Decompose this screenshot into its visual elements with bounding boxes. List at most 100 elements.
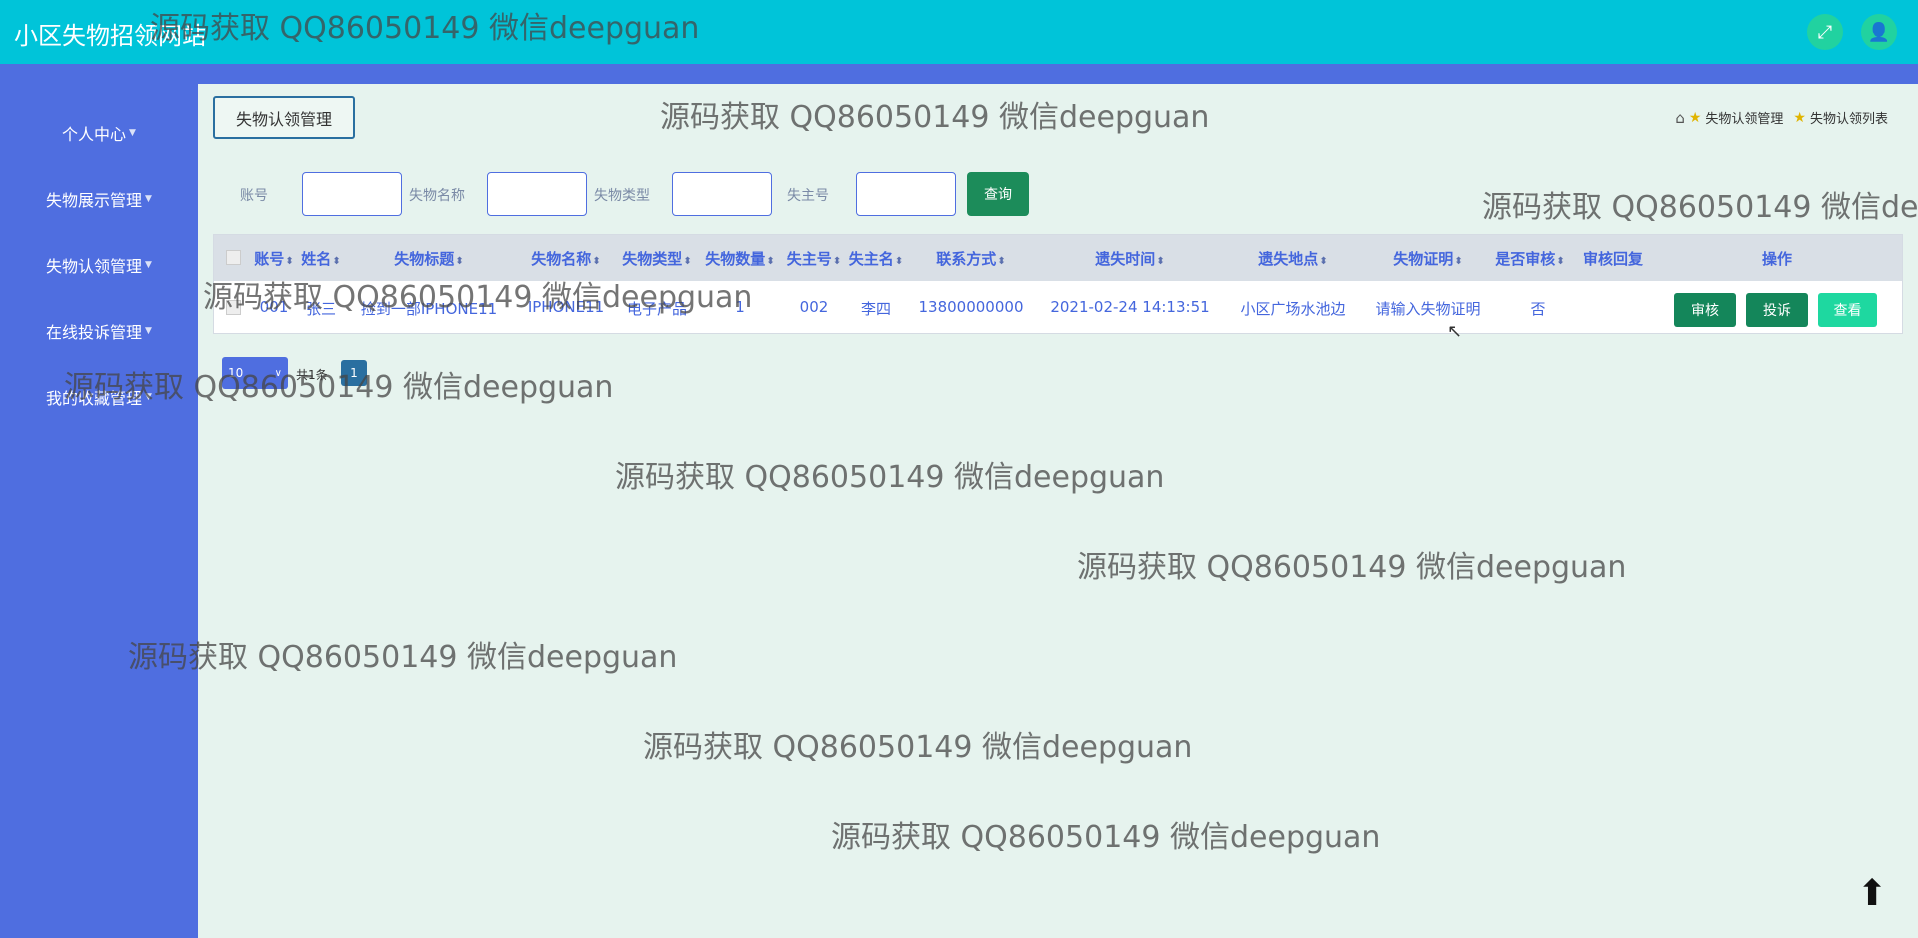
breadcrumb: ⌂ ★ 失物认领管理 ★ 失物认领列表 [1675, 108, 1888, 128]
mouse-cursor-icon: ↖ [1447, 321, 1463, 342]
column-header-label: 是否审核 [1495, 250, 1556, 268]
sidebar-item-label: 失物展示管理 [46, 191, 143, 210]
item-name-input[interactable] [487, 172, 587, 216]
column-header-label: 联系方式 [936, 250, 997, 268]
column-header-lost-place[interactable]: 遗失地点⬍ [1258, 248, 1327, 269]
sidebar-item-personal-center[interactable]: 个人中心 ▼ [0, 113, 198, 153]
item-type-input[interactable] [672, 172, 772, 216]
column-header-name[interactable]: 姓名⬍ [301, 248, 340, 269]
complain-button[interactable]: 投诉 [1746, 293, 1808, 327]
claims-table: 账号⬍ 姓名⬍ 失物标题⬍ 失物名称⬍ 失物类型⬍ 失物数量⬍ 失主号⬍ 失主名… [213, 234, 1903, 334]
owner-no-label: 失主号 [787, 188, 829, 204]
sort-icon: ⬍ [683, 256, 692, 267]
cell-title: 捡到一部IPHONE11 [360, 300, 498, 318]
column-header-label: 失物类型 [622, 250, 683, 268]
item-name-label: 失物名称 [409, 188, 465, 204]
chevron-down-icon: ▼ [145, 392, 152, 402]
column-header-label: 姓名 [301, 250, 332, 268]
watermark: 源码获取 QQ86050149 微信deepguan [643, 730, 1193, 765]
sidebar-item-item-display[interactable]: 失物展示管理 ▼ [0, 179, 198, 219]
column-header-label: 遗失地点 [1258, 250, 1319, 268]
watermark: 源码获取 QQ86050149 微信deepguan [660, 100, 1210, 135]
cell-quantity: 1 [735, 298, 745, 316]
cell-lost-place: 小区广场水池边 [1240, 300, 1346, 318]
column-header-label: 失物证明 [1393, 250, 1454, 268]
item-type-label: 失物类型 [594, 188, 650, 204]
column-header-proof[interactable]: 失物证明⬍ [1393, 248, 1462, 269]
watermark: 源码获取 QQ86050149 微信deepguan [615, 460, 1165, 495]
back-to-top-icon[interactable]: ⬆ [1857, 876, 1887, 912]
sort-icon: ⬍ [832, 256, 842, 267]
column-header-account[interactable]: 账号⬍ [254, 248, 293, 269]
section-title-button[interactable]: 失物认领管理 [213, 96, 355, 139]
column-header-quantity[interactable]: 失物数量⬍ [705, 248, 774, 269]
column-header-lost-time[interactable]: 遗失时间⬍ [1095, 248, 1164, 269]
column-header-owner-no[interactable]: 失主号⬍ [787, 248, 841, 269]
page-number-button[interactable]: 1 [341, 360, 367, 386]
fullscreen-icon[interactable]: ⤢ [1807, 14, 1843, 50]
breadcrumb-item: 失物认领列表 [1809, 112, 1888, 127]
view-button[interactable]: 查看 [1818, 293, 1877, 327]
sort-icon: ⬍ [1156, 256, 1165, 267]
page-size-value: 10 [228, 366, 244, 380]
cell-owner-name: 李四 [860, 300, 892, 318]
sort-icon: ⬍ [1454, 256, 1463, 267]
chevron-down-icon: ▼ [145, 326, 152, 336]
sort-icon: ⬍ [1319, 256, 1328, 267]
select-all-checkbox[interactable] [226, 250, 241, 265]
cell-item-name: IPHONE11 [527, 298, 605, 316]
column-header-review-reply: 审核回复 [1582, 250, 1644, 268]
sidebar: 个人中心 ▼ 失物展示管理 ▼ 失物认领管理 ▼ 在线投诉管理 ▼ 我的收藏管理 ▼ [0, 84, 198, 938]
user-icon[interactable]: 👤 [1861, 14, 1897, 50]
sidebar-item-claim-management[interactable]: 失物认领管理 ▼ [0, 245, 198, 285]
account-label: 账号 [240, 188, 268, 204]
cell-contact: 13800000000 [918, 298, 1024, 316]
sort-icon: ⬍ [332, 256, 341, 267]
home-icon[interactable]: ⌂ [1675, 109, 1685, 127]
breadcrumb-item[interactable]: 失物认领管理 [1705, 108, 1783, 127]
column-header-title[interactable]: 失物标题⬍ [394, 248, 463, 269]
sort-icon: ⬍ [766, 256, 775, 267]
sidebar-item-complaints[interactable]: 在线投诉管理 ▼ [0, 311, 198, 351]
top-bar: 小区失物招领网站 ⤢ 👤 [0, 0, 1918, 64]
column-header-item-type[interactable]: 失物类型⬍ [622, 248, 691, 269]
sidebar-item-favorites[interactable]: 我的收藏管理 ▼ [0, 377, 198, 417]
query-button[interactable]: 查询 [967, 172, 1029, 216]
sort-icon: ⬍ [285, 256, 294, 267]
watermark: 源码获取 QQ86050149 微信deepguan [1482, 190, 1918, 225]
column-header-label: 账号 [254, 250, 285, 268]
sort-icon: ⬍ [1556, 256, 1565, 267]
cell-account: 001 [259, 298, 289, 316]
sort-icon: ⬍ [455, 256, 464, 267]
header-strip [0, 64, 1918, 84]
account-input[interactable] [302, 172, 402, 216]
column-header-label: 遗失时间 [1095, 250, 1156, 268]
column-header-reviewed[interactable]: 是否审核⬍ [1495, 248, 1564, 269]
cell-proof: 请输入失物证明 [1375, 300, 1481, 318]
watermark: 源码获取 QQ86050149 微信deepguan [1077, 550, 1627, 585]
chevron-down-icon: ∨ [274, 367, 282, 379]
chevron-down-icon: ▼ [145, 194, 152, 204]
column-header-label: 失物名称 [531, 250, 592, 268]
column-header-item-name[interactable]: 失物名称⬍ [531, 248, 600, 269]
review-button[interactable]: 审核 [1674, 293, 1736, 327]
owner-no-input[interactable] [856, 172, 956, 216]
row-checkbox[interactable] [226, 300, 241, 315]
column-header-contact[interactable]: 联系方式⬍ [936, 248, 1005, 269]
sort-icon: ⬍ [592, 256, 601, 267]
app-title: 小区失物招领网站 [14, 22, 206, 50]
cell-reviewed: 否 [1530, 300, 1546, 318]
watermark: 源码获取 QQ86050149 微信deepguan [831, 820, 1381, 855]
sidebar-item-label: 在线投诉管理 [46, 323, 143, 342]
column-header-label: 失物标题 [394, 250, 455, 268]
sidebar-item-label: 失物认领管理 [46, 257, 143, 276]
cell-item-type: 电子产品 [626, 300, 688, 318]
table-header: 账号⬍ 姓名⬍ 失物标题⬍ 失物名称⬍ 失物类型⬍ 失物数量⬍ 失主号⬍ 失主名… [214, 235, 1902, 281]
star-icon: ★ [1688, 109, 1702, 126]
column-header-label: 失物数量 [705, 250, 766, 268]
column-header-actions: 操作 [1761, 250, 1793, 268]
sidebar-item-label: 我的收藏管理 [46, 389, 143, 408]
page-size-select[interactable]: 10 ∨ [222, 357, 288, 389]
column-header-owner-name[interactable]: 失主名⬍ [849, 248, 903, 269]
star-icon: ★ [1793, 109, 1806, 126]
